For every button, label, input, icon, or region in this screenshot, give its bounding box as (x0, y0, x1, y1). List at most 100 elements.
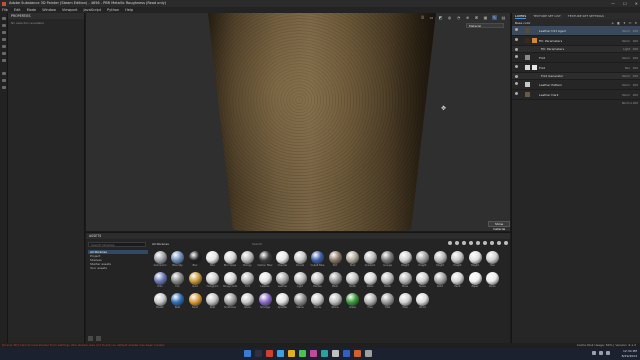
lighting-icon[interactable]: ◔ (456, 15, 461, 20)
picker-tool-icon[interactable] (1, 59, 6, 62)
taskbar-app-icon[interactable] (299, 350, 306, 357)
add-mask-icon[interactable]: ◧ (617, 21, 620, 25)
smudge-tool-icon[interactable] (1, 45, 6, 48)
clone-tool-icon[interactable] (1, 52, 6, 55)
asset-tile[interactable]: Sand (187, 293, 203, 312)
asset-tile[interactable]: Moss (397, 272, 413, 291)
network-icon[interactable] (592, 351, 596, 355)
layer-row[interactable]: Leather Dark Norm 100 (512, 90, 640, 100)
asset-tile[interactable]: Silver (240, 293, 256, 312)
asset-tile[interactable]: Height (415, 251, 431, 270)
asset-tile[interactable]: Mesh (327, 272, 343, 291)
asset-tile[interactable]: Grass (345, 293, 361, 312)
visibility-eye-icon[interactable] (515, 65, 518, 68)
layer-blend-mode[interactable]: Norm (622, 26, 630, 36)
layer-row[interactable]: Fill: Parameters Norm 100 (512, 36, 640, 46)
clock[interactable]: 12:34 PM 8/29/2024 (622, 349, 637, 358)
visibility-eye-icon[interactable] (515, 38, 518, 41)
layer-blend-mode[interactable]: Mul (625, 63, 630, 73)
assets-breadcrumb[interactable]: All libraries (152, 242, 169, 246)
layer-blend-mode[interactable]: Norm (622, 53, 630, 63)
filter-environments-icon[interactable] (483, 241, 487, 245)
asset-tile[interactable]: Paper (467, 272, 483, 291)
asset-tile[interactable]: Paint (432, 272, 448, 291)
filter-materials-icon[interactable] (448, 241, 452, 245)
export-icon[interactable] (1, 79, 6, 82)
asset-tile[interactable]: Gradient (362, 251, 378, 270)
asset-tile[interactable]: Height (467, 251, 483, 270)
volume-icon[interactable] (599, 351, 603, 355)
new-folder-icon[interactable] (96, 336, 101, 341)
asset-tile[interactable]: Stone (327, 293, 343, 312)
effect-blend-mode[interactable]: Norm (622, 73, 630, 80)
delete-layer-icon[interactable]: ✕ (634, 21, 637, 25)
effect-opacity[interactable]: 100 (633, 46, 638, 53)
taskbar-app-icon[interactable] (310, 350, 317, 357)
filter-brushes-icon[interactable] (462, 241, 466, 245)
layer-opacity[interactable]: 100 (633, 36, 638, 46)
asset-tile[interactable]: Hologram (205, 272, 221, 291)
asset-tile[interactable]: Rust (205, 293, 221, 312)
asset-tile[interactable]: Smudge (257, 293, 273, 312)
add-effect-icon[interactable]: ✦ (623, 21, 626, 25)
asset-tile[interactable]: Gold (187, 272, 203, 291)
asset-tile[interactable]: Honeycomb (222, 272, 238, 291)
asset-tile[interactable]: Knit (240, 272, 256, 291)
taskbar-app-icon[interactable] (365, 350, 372, 357)
taskbar-app-icon[interactable] (244, 350, 251, 357)
pause-icon[interactable]: II (420, 15, 425, 20)
asset-tile[interactable]: Light (292, 272, 308, 291)
visibility-eye-icon[interactable] (515, 92, 518, 95)
asset-tile[interactable]: Leather (275, 272, 291, 291)
projection-tool-icon[interactable] (1, 31, 6, 34)
taskbar-app-icon[interactable] (343, 350, 350, 357)
layer-row[interactable]: Leather Dirt Aged Norm 100 (512, 26, 640, 36)
asset-tile[interactable]: Tiles (397, 293, 413, 312)
asset-tile[interactable]: Leather (257, 272, 273, 291)
leather-cup-model[interactable] (208, 13, 436, 231)
assets-search-input[interactable]: Search (252, 242, 262, 246)
library-item-yours[interactable]: Your assets (88, 266, 148, 270)
layer-opacity[interactable]: 100 (633, 53, 638, 63)
eraser-tool-icon[interactable] (1, 24, 6, 27)
asset-tile[interactable]: Wood (415, 293, 431, 312)
channel-select[interactable]: Base color (515, 21, 531, 25)
tab-texture-set-settings[interactable]: TEXTURE SET SETTINGS (568, 13, 604, 19)
asset-tile[interactable]: Cobalt Blue (310, 251, 326, 270)
taskbar-app-icon[interactable] (332, 350, 339, 357)
taskbar-app-icon[interactable] (288, 350, 295, 357)
tab-layers[interactable]: LAYERS (515, 13, 527, 19)
effect-opacity[interactable]: 100 (633, 73, 638, 80)
asset-tile[interactable]: Metal (362, 272, 378, 291)
global-blend-opacity[interactable]: Norm ▾ 100 (622, 100, 638, 107)
asset-tile[interactable]: Dust (345, 251, 361, 270)
asset-tile[interactable]: Grunge (380, 251, 396, 270)
grid-icon[interactable]: ▦ (483, 15, 488, 20)
taskbar-app-icon[interactable] (354, 350, 361, 357)
visibility-eye-icon[interactable] (515, 48, 518, 51)
viewport-mode-select[interactable]: Material (466, 23, 504, 28)
visibility-eye-icon[interactable] (515, 82, 518, 85)
minimize-button[interactable]: — (611, 0, 615, 7)
asset-tile[interactable]: Tiles (362, 293, 378, 312)
asset-tile[interactable]: Tiles (380, 293, 396, 312)
battery-icon[interactable] (606, 351, 610, 355)
filter-alphas-icon[interactable] (476, 241, 480, 245)
asset-tile[interactable]: Blue Sky (170, 251, 186, 270)
asset-tile[interactable]: Bumpy (240, 251, 256, 270)
bake-icon[interactable] (1, 72, 6, 75)
taskbar-app-icon[interactable] (277, 350, 284, 357)
brush-mode-icon[interactable]: ✎ (492, 15, 497, 20)
symmetry-icon[interactable]: ⌘ (474, 15, 479, 20)
add-folder-icon[interactable]: ▭ (629, 21, 632, 25)
asset-tile[interactable]: Paint (450, 272, 466, 291)
asset-tile[interactable]: Metal (345, 272, 361, 291)
asset-tile[interactable]: Holo (152, 272, 168, 291)
camera-icon[interactable]: ◍ (447, 15, 452, 20)
layer-opacity[interactable]: 100 (633, 80, 638, 90)
layer-effect-row[interactable]: Fold Generator Norm 100 (512, 73, 640, 80)
maximize-button[interactable]: ☐ (623, 0, 627, 7)
layer-row[interactable]: Leather Pattern Norm 100 (512, 80, 640, 90)
asset-tile[interactable]: Clouds (292, 251, 308, 270)
asset-tile[interactable]: Scratches (222, 293, 238, 312)
